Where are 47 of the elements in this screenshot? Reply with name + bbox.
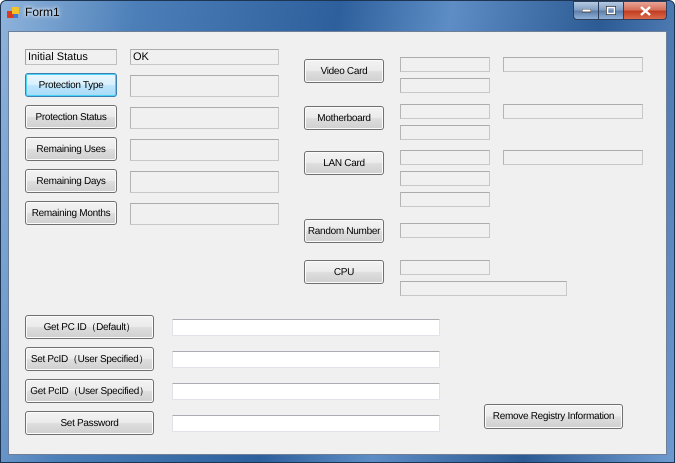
info-button[interactable]: Remaining Months xyxy=(25,201,117,225)
id-button[interactable]: Get PcID（User Specified） xyxy=(25,379,154,403)
input-field[interactable] xyxy=(172,350,440,368)
id-button[interactable]: Set Password xyxy=(25,411,154,435)
text-field[interactable] xyxy=(400,78,490,93)
close-icon xyxy=(640,6,650,16)
status-value-field[interactable]: OK xyxy=(130,49,279,65)
window-title: Form1 xyxy=(25,5,60,19)
text-field[interactable] xyxy=(400,150,490,165)
text-field[interactable] xyxy=(503,57,643,72)
hardware-button[interactable]: Video Card xyxy=(304,59,384,83)
hardware-button[interactable]: Random Number xyxy=(304,219,384,243)
close-button[interactable] xyxy=(624,1,667,20)
text-field[interactable] xyxy=(503,104,643,119)
text-field[interactable] xyxy=(503,150,643,165)
text-field[interactable] xyxy=(400,260,490,275)
maximize-button[interactable] xyxy=(599,1,624,20)
text-field[interactable] xyxy=(130,203,279,225)
text-field[interactable] xyxy=(130,171,279,193)
input-field[interactable] xyxy=(172,382,440,400)
text-field[interactable] xyxy=(400,171,490,186)
text-field[interactable] xyxy=(400,281,567,296)
text-field[interactable] xyxy=(130,139,279,161)
info-button[interactable]: Remaining Uses xyxy=(25,137,117,161)
maximize-icon xyxy=(606,6,616,15)
text-field[interactable] xyxy=(400,125,490,140)
info-button[interactable]: Remaining Days xyxy=(25,169,117,193)
input-field[interactable] xyxy=(172,318,440,336)
status-label: Initial Status xyxy=(25,49,117,65)
id-button[interactable]: Set PcID（User Specified） xyxy=(25,347,154,371)
minimize-button[interactable] xyxy=(573,1,599,20)
hardware-button[interactable]: Motherboard xyxy=(304,106,384,130)
app-icon xyxy=(7,7,19,19)
text-field[interactable] xyxy=(400,223,490,238)
text-field[interactable] xyxy=(400,104,490,119)
minimize-icon xyxy=(582,8,590,12)
info-button[interactable]: Protection Status xyxy=(25,105,117,129)
info-button[interactable]: Protection Type xyxy=(25,73,117,97)
text-field[interactable] xyxy=(400,57,490,72)
input-field[interactable] xyxy=(172,414,440,432)
text-field[interactable] xyxy=(400,192,490,207)
text-field[interactable] xyxy=(130,75,279,97)
id-button[interactable]: Get PC ID（Default） xyxy=(25,315,154,339)
hardware-button[interactable]: CPU xyxy=(304,260,384,284)
text-field[interactable] xyxy=(130,107,279,129)
hardware-button[interactable]: LAN Card xyxy=(304,151,384,175)
remove-registry-button[interactable]: Remove Registry Information xyxy=(484,404,623,429)
